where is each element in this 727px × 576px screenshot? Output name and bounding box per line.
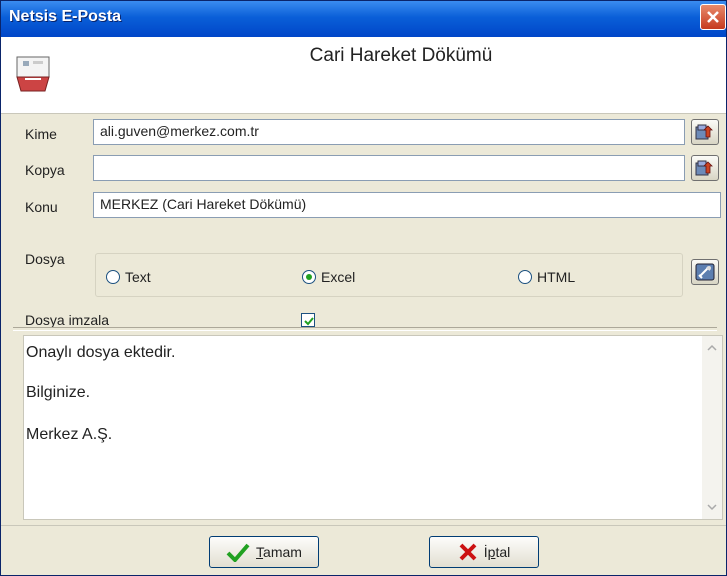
- email-dialog: Netsis E-Posta Cari Hareket Dökümü Kime …: [0, 0, 727, 576]
- message-scrollbar[interactable]: [702, 336, 722, 519]
- chevron-down-icon[interactable]: [704, 499, 720, 515]
- radio-excel[interactable]: Excel: [302, 269, 355, 285]
- cancel-button-label: İptal: [484, 544, 510, 560]
- message-line: Onaylı dosya ektedir.: [26, 344, 176, 361]
- ok-button-label: Tamam: [256, 544, 302, 560]
- ok-button-text: amam: [263, 544, 302, 560]
- kopya-field[interactable]: [93, 155, 685, 181]
- message-body[interactable]: Onaylı dosya ektedir. Bilginize. Merkez …: [23, 335, 723, 520]
- message-line: Bilginize.: [26, 384, 91, 401]
- file-format-group: Text Excel HTML: [95, 253, 683, 297]
- radio-html-circle[interactable]: [518, 270, 532, 284]
- checkmark-icon: [304, 317, 314, 326]
- radio-html-label: HTML: [537, 269, 576, 285]
- imzala-checkbox[interactable]: [301, 313, 315, 327]
- konu-field[interactable]: MERKEZ (Cari Hareket Dökümü): [93, 192, 721, 218]
- address-book-icon: [695, 160, 713, 176]
- page-title: Cari Hareket Dökümü: [309, 45, 493, 66]
- button-bar: Tamam İptal: [1, 525, 726, 575]
- kime-field[interactable]: ali.guven@merkez.com.tr: [93, 119, 685, 145]
- radio-text-circle[interactable]: [106, 270, 120, 284]
- kopya-label: Kopya: [25, 162, 65, 178]
- ok-button-mnemonic: T: [256, 544, 264, 560]
- dialog-header: Cari Hareket Dökümü: [1, 37, 726, 114]
- imzala-label: Dosya imzala: [25, 312, 110, 328]
- cancel-button[interactable]: İptal: [429, 536, 539, 568]
- close-icon: [707, 11, 719, 23]
- radio-excel-circle[interactable]: [302, 270, 316, 284]
- kime-label: Kime: [25, 126, 57, 142]
- radio-text[interactable]: Text: [106, 269, 151, 285]
- settings-icon: [695, 263, 715, 281]
- radio-text-label: Text: [125, 269, 151, 285]
- radio-excel-label: Excel: [321, 269, 356, 285]
- title-bar[interactable]: Netsis E-Posta: [1, 1, 726, 37]
- kopya-address-book-button[interactable]: [691, 155, 719, 181]
- cancel-button-text-rest: tal: [495, 544, 511, 560]
- ok-button[interactable]: Tamam: [209, 536, 319, 568]
- window-title: Netsis E-Posta: [9, 8, 122, 25]
- chevron-up-icon[interactable]: [704, 340, 720, 356]
- message-line: Merkez A.Ş.: [26, 426, 113, 443]
- close-button[interactable]: [700, 4, 726, 30]
- checkmark-icon: [226, 543, 250, 562]
- konu-label: Konu: [25, 199, 58, 215]
- cross-icon: [459, 543, 477, 561]
- file-settings-button[interactable]: [691, 259, 719, 285]
- dosya-label: Dosya: [25, 251, 65, 267]
- radio-html[interactable]: HTML: [518, 269, 575, 285]
- kime-address-book-button[interactable]: [691, 119, 719, 145]
- form-separator: [13, 327, 717, 331]
- address-book-icon: [695, 124, 713, 140]
